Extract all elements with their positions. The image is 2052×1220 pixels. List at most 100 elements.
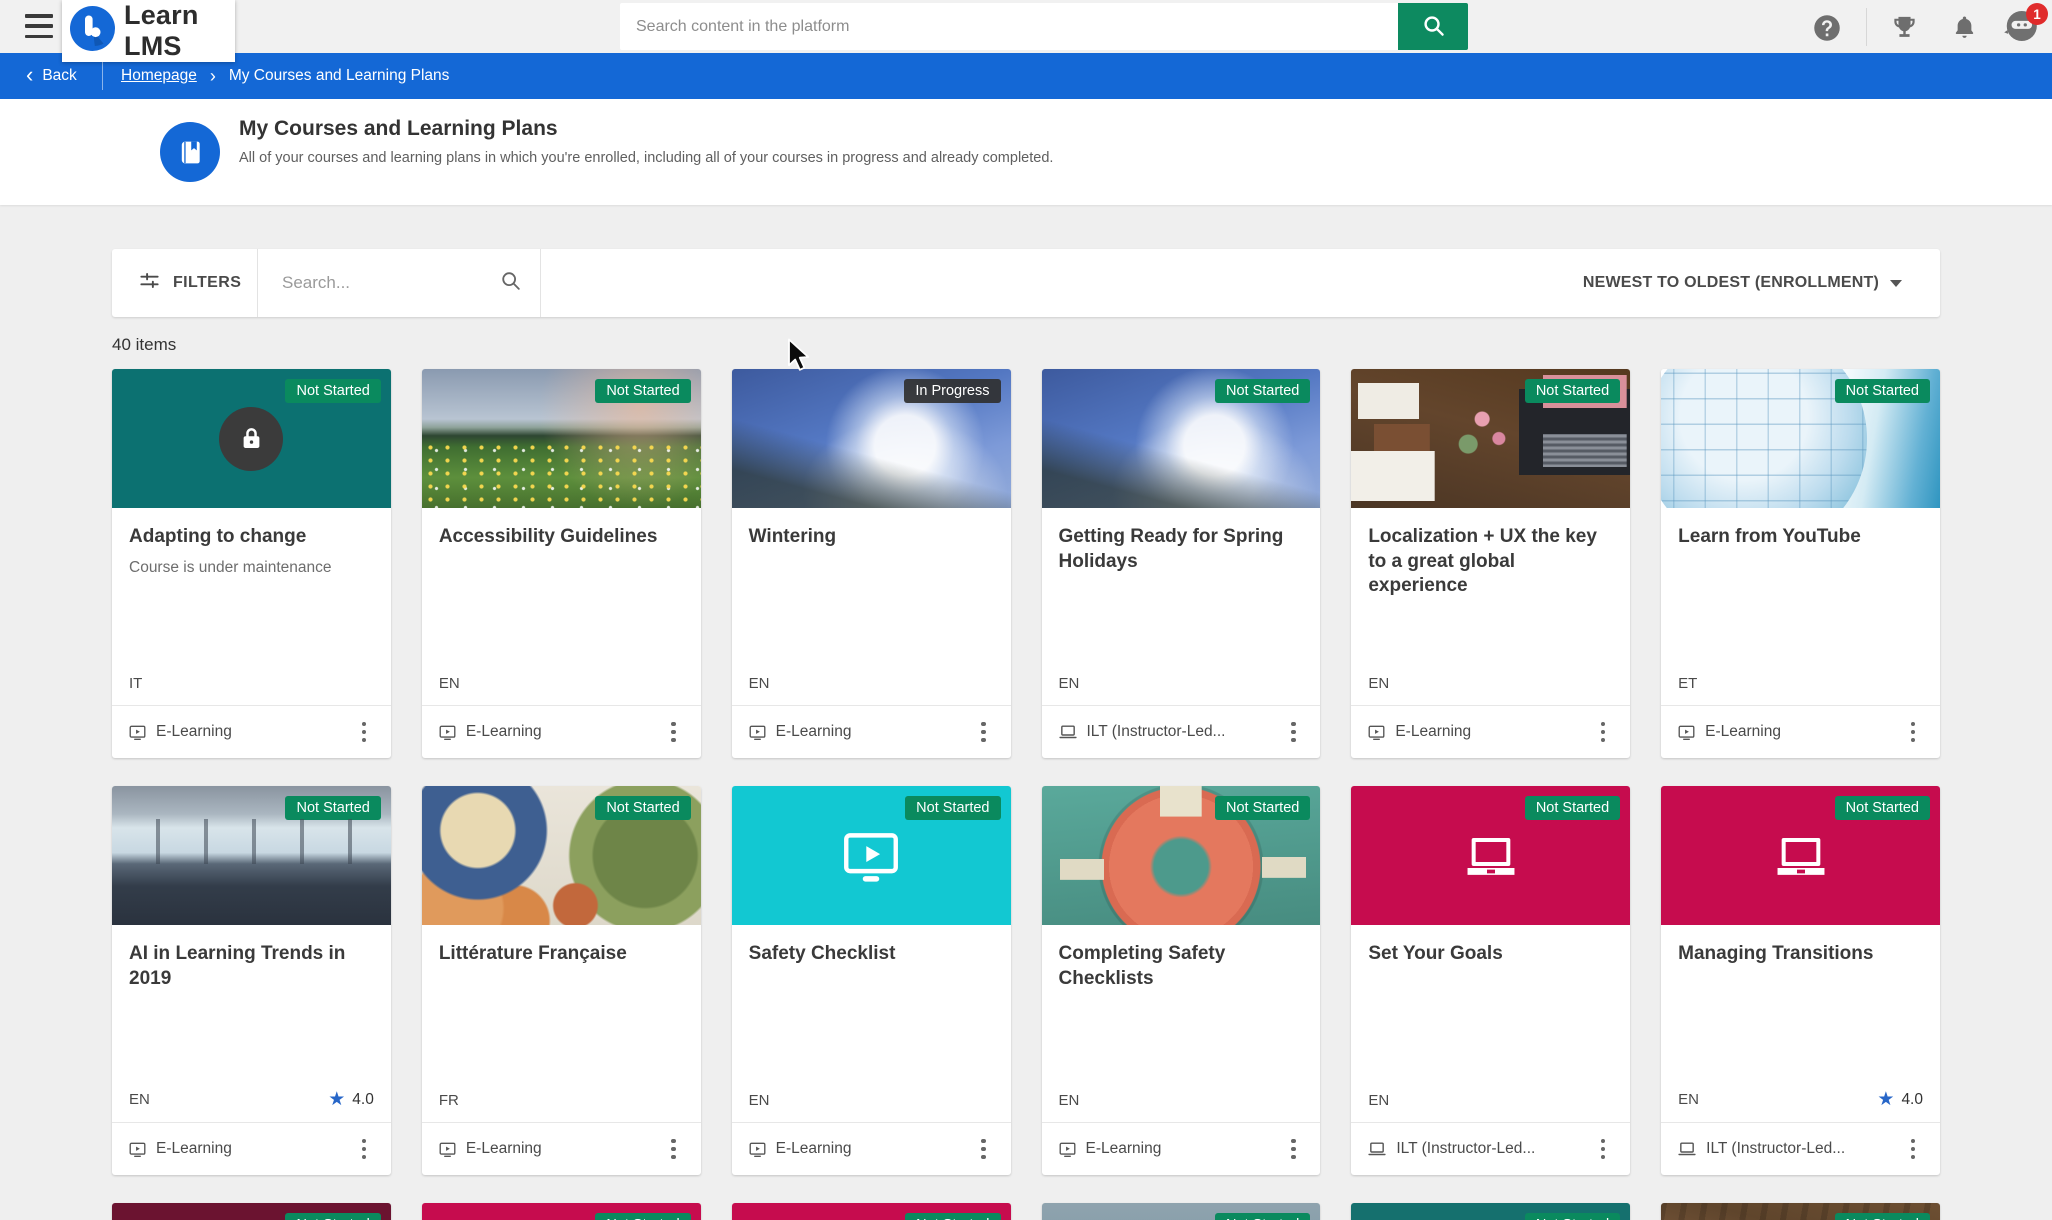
course-card[interactable]: Not Started Localization + UX the key to… [1351,369,1630,758]
avatar-icon [2002,32,2040,49]
monitor-play-icon [438,723,457,742]
breadcrumb-homepage-link[interactable]: Homepage [121,67,197,85]
course-card-partial[interactable]: Not Started [422,1203,701,1220]
kebab-menu-icon[interactable] [1588,1132,1618,1166]
course-card-partial[interactable]: Not Started [1042,1203,1321,1220]
monitor-play-icon [1677,723,1696,742]
course-thumbnail: Not Started [1661,1203,1940,1220]
course-type-label: ILT (Instructor-Led... [1396,1140,1535,1158]
status-badge: Not Started [1215,796,1310,820]
course-language: EN [749,675,770,692]
course-thumbnail: Not Started [732,786,1011,925]
course-title: Littérature Française [439,942,684,967]
course-thumbnail: Not Started [422,369,701,508]
course-card[interactable]: Not Started Set Your Goals EN ILT (Instr… [1351,786,1630,1175]
monitor-play-icon [128,723,147,742]
global-search-button[interactable] [1398,3,1468,50]
breadcrumb-bar: ‹ Back Homepage › My Courses and Learnin… [0,53,2052,99]
kebab-menu-icon[interactable] [969,1132,999,1166]
course-grid: Not Started Adapting to change Course is… [112,369,1940,1175]
course-title: Getting Ready for Spring Holidays [1059,525,1304,574]
course-thumbnail: Not Started [1661,786,1940,925]
course-type-label: E-Learning [156,1140,232,1158]
course-card[interactable]: Not Started Adapting to change Course is… [112,369,391,758]
sort-dropdown[interactable]: NEWEST TO OLDEST (ENROLLMENT) [1583,249,1940,317]
laptop-icon [1367,1139,1387,1159]
back-button[interactable]: ‹ Back [26,65,88,87]
course-card[interactable]: Not Started Learn from YouTube ET E-Lear… [1661,369,1940,758]
search-icon[interactable] [499,269,522,297]
course-thumbnail: Not Started [1661,369,1940,508]
course-card-partial[interactable]: Not Started [1351,1203,1630,1220]
course-thumbnail: In Progress [732,369,1011,508]
course-card-partial[interactable]: Not Started [732,1203,1011,1220]
user-menu[interactable]: 1 [2002,7,2044,49]
course-card[interactable]: Not Started Safety Checklist EN E-Learni… [732,786,1011,1175]
course-thumbnail: Not Started [112,1203,391,1220]
course-title: Wintering [749,525,994,550]
results-count: 40 items [112,335,1940,355]
help-icon[interactable] [1808,9,1845,46]
course-card-footer: E-Learning [1042,1122,1321,1175]
course-card-footer: E-Learning [422,1122,701,1175]
course-search-input[interactable] [282,273,499,293]
course-card-footer: E-Learning [422,705,701,758]
main-content: FILTERS NEWEST TO OLDEST (ENROLLMENT) 40… [0,249,2052,1220]
kebab-menu-icon[interactable] [969,715,999,749]
course-card[interactable]: Not Started Managing Transitions EN ★ 4.… [1661,786,1940,1175]
filter-icon [138,269,161,297]
course-card-partial[interactable]: Not Started [1661,1203,1940,1220]
course-rating: ★ 4.0 [1877,1090,1923,1109]
status-badge: Not Started [1835,379,1930,403]
status-badge: Not Started [1525,796,1620,820]
top-header: Learn LMS 1 [0,0,2052,53]
course-card[interactable]: Not Started AI in Learning Trends in 201… [112,786,391,1175]
course-language: ET [1678,675,1697,692]
status-badge: Not Started [595,379,690,403]
kebab-menu-icon[interactable] [1278,715,1308,749]
course-thumbnail: Not Started [112,369,391,508]
status-badge: Not Started [905,796,1000,820]
monitor-play-icon [1367,723,1386,742]
course-title: Localization + UX the key to a great glo… [1368,525,1613,599]
status-badge: In Progress [904,379,1000,403]
course-card-partial[interactable]: Not Started [112,1203,391,1220]
course-title: Learn from YouTube [1678,525,1923,550]
kebab-menu-icon[interactable] [1898,1132,1928,1166]
course-card[interactable]: Not Started Completing Safety Checklists… [1042,786,1321,1175]
course-thumbnail: Not Started [1042,786,1321,925]
book-icon [160,122,220,182]
course-language: EN [439,675,460,692]
course-language: EN [1678,1091,1699,1108]
course-card-footer: E-Learning [732,1122,1011,1175]
kebab-menu-icon[interactable] [659,715,689,749]
course-card[interactable]: In Progress Wintering EN E-Learning [732,369,1011,758]
kebab-menu-icon[interactable] [1278,1132,1308,1166]
course-search [258,249,541,317]
course-title: Accessibility Guidelines [439,525,684,550]
course-thumbnail: Not Started [1042,1203,1321,1220]
kebab-menu-icon[interactable] [349,715,379,749]
bell-icon[interactable] [1946,9,1983,46]
kebab-menu-icon[interactable] [1588,715,1618,749]
filters-label: FILTERS [173,274,241,292]
course-thumbnail: Not Started [1351,1203,1630,1220]
hamburger-menu-icon[interactable] [25,14,53,38]
course-card[interactable]: Not Started Accessibility Guidelines EN … [422,369,701,758]
course-rating: ★ 4.0 [328,1090,374,1109]
kebab-menu-icon[interactable] [1898,715,1928,749]
course-card-footer: E-Learning [1351,705,1630,758]
trophy-icon[interactable] [1886,9,1923,46]
course-type-label: ILT (Instructor-Led... [1087,723,1226,741]
course-card[interactable]: Not Started Getting Ready for Spring Hol… [1042,369,1321,758]
status-badge: Not Started [1525,1213,1620,1220]
kebab-menu-icon[interactable] [659,1132,689,1166]
status-badge: Not Started [285,796,380,820]
kebab-menu-icon[interactable] [349,1132,379,1166]
status-badge: Not Started [905,1213,1000,1220]
course-card[interactable]: Not Started Littérature Française FR E-L… [422,786,701,1175]
status-badge: Not Started [285,1213,380,1220]
global-search-input[interactable] [620,3,1398,50]
filters-button[interactable]: FILTERS [112,249,258,317]
app-logo[interactable]: Learn LMS [62,0,235,62]
